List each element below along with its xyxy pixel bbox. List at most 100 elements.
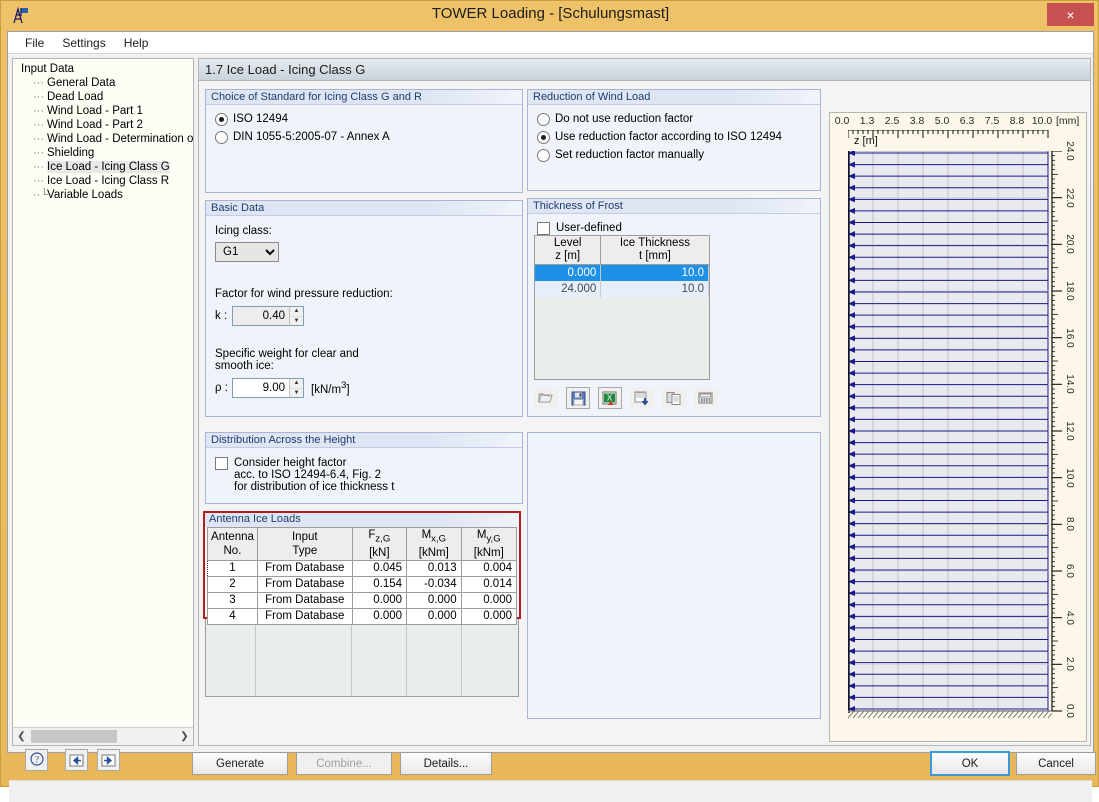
x-tick-1: 1.3 bbox=[859, 115, 875, 127]
table-row[interactable]: 2 From Database 0.154 -0.034 0.014 bbox=[207, 576, 518, 594]
menu-settings[interactable]: Settings bbox=[53, 34, 114, 52]
tree-horizontal-scrollbar[interactable]: ❮ ❯ bbox=[13, 727, 193, 745]
basic-data-group: Basic Data Icing class: G1 Factor for wi… bbox=[205, 200, 523, 417]
tree-item-variable-loads[interactable]: ··└Variable Loads bbox=[33, 188, 193, 202]
open-icon[interactable] bbox=[534, 387, 558, 409]
antenna-my-cell[interactable]: 0.000 bbox=[460, 608, 518, 626]
checkbox-icon[interactable] bbox=[215, 457, 228, 470]
spinner-arrows[interactable]: ▲ ▼ bbox=[289, 307, 303, 325]
spinner-arrows[interactable]: ▲ ▼ bbox=[289, 379, 303, 397]
ice-load-diagram[interactable]: 0.0 1.3 2.5 3.8 5.0 6.3 7.5 8.8 10.0 [mm… bbox=[827, 112, 1087, 742]
tree-connector-icon: ··· bbox=[33, 77, 44, 89]
spinner-down-icon[interactable]: ▼ bbox=[290, 317, 303, 326]
frost-table-container[interactable]: Level z [m] Ice Thickness t [mm] 0.000 10.… bbox=[534, 235, 710, 380]
cancel-button[interactable]: Cancel bbox=[1016, 752, 1096, 775]
user-defined-checkbox-row[interactable]: User-defined bbox=[537, 222, 820, 235]
tree-item-shielding[interactable]: ··· Shielding bbox=[33, 146, 193, 160]
close-button[interactable]: × bbox=[1047, 3, 1094, 26]
antenna-my-cell[interactable]: 0.014 bbox=[460, 576, 518, 594]
scrollbar-thumb[interactable] bbox=[31, 730, 117, 743]
tree-connector-icon: ··· bbox=[33, 133, 44, 145]
antenna-no-cell[interactable]: 4 bbox=[207, 608, 258, 626]
frost-level-cell[interactable]: 24.000 bbox=[535, 281, 602, 297]
tree-item-ice-load-icing-class-g[interactable]: ··· Ice Load - Icing Class G bbox=[33, 160, 193, 174]
table-row[interactable]: 24.000 10.0 bbox=[535, 281, 709, 297]
antenna-no-cell[interactable]: 1 bbox=[207, 560, 258, 578]
table-row[interactable]: 0.000 10.0 bbox=[535, 264, 709, 281]
radio-din-1055[interactable]: DIN 1055-5:2005-07 - Annex A bbox=[215, 131, 522, 144]
antenna-fz-cell[interactable]: 0.000 bbox=[351, 608, 408, 626]
antenna-my-cell[interactable]: 0.000 bbox=[460, 592, 518, 610]
antenna-fz-cell[interactable]: 0.154 bbox=[351, 576, 408, 594]
calculator-icon[interactable] bbox=[694, 387, 719, 409]
previous-page-icon[interactable] bbox=[65, 749, 89, 771]
help-icon[interactable]: ? bbox=[25, 749, 48, 771]
distribution-title: Distribution Across the Height bbox=[206, 433, 522, 448]
antenna-mx-cell[interactable]: 0.000 bbox=[406, 608, 462, 626]
antenna-my-cell[interactable]: 0.004 bbox=[460, 560, 518, 578]
frost-thickness-cell[interactable]: 10.0 bbox=[600, 264, 709, 281]
import-icon[interactable] bbox=[630, 387, 655, 409]
specific-weight-spinner[interactable]: ▲▼ bbox=[232, 378, 304, 398]
antenna-type-cell[interactable]: From Database bbox=[256, 592, 353, 610]
antenna-mx-cell[interactable]: 0.013 bbox=[406, 560, 462, 578]
x-tick-5: 6.3 bbox=[959, 115, 975, 127]
table-row[interactable]: 4 From Database 0.000 0.000 0.000 bbox=[207, 608, 518, 626]
spinner-up-icon[interactable]: ▲ bbox=[290, 379, 303, 389]
antenna-no-cell[interactable]: 2 bbox=[207, 576, 258, 594]
frost-header-level: Level z [m] bbox=[535, 236, 602, 265]
antenna-mx-cell[interactable]: 0.000 bbox=[406, 592, 462, 610]
y-tick-6: 12.0 bbox=[1064, 421, 1075, 441]
tree-item-wind-load-determination[interactable]: ··· Wind Load - Determination of G bbox=[33, 132, 193, 146]
table-row[interactable]: 1 From Database 0.045 0.013 0.004 bbox=[207, 560, 518, 578]
k-factor-input[interactable] bbox=[233, 307, 289, 325]
export-excel-icon[interactable]: X bbox=[598, 387, 623, 409]
tree-item-wind-load-part-1[interactable]: ··· Wind Load - Part 1 bbox=[33, 104, 193, 118]
plot-svg bbox=[827, 125, 1084, 719]
tree-item-general-data[interactable]: ··· General Data bbox=[33, 76, 193, 90]
x-tick-3: 3.8 bbox=[909, 115, 925, 127]
checkbox-icon[interactable] bbox=[537, 222, 550, 235]
chevron-left-icon[interactable]: ❮ bbox=[13, 729, 30, 745]
antenna-type-cell[interactable]: From Database bbox=[256, 608, 353, 626]
radio-manual-reduction-factor[interactable]: Set reduction factor manually bbox=[537, 149, 820, 162]
frost-level-cell[interactable]: 0.000 bbox=[535, 264, 602, 281]
generate-button[interactable]: Generate bbox=[192, 752, 288, 775]
save-icon[interactable] bbox=[566, 387, 591, 409]
table-row[interactable]: 3 From Database 0.000 0.000 0.000 bbox=[207, 592, 518, 610]
spinner-down-icon[interactable]: ▼ bbox=[290, 389, 303, 398]
icing-class-select[interactable]: G1 bbox=[215, 242, 279, 262]
specific-weight-input[interactable] bbox=[233, 379, 289, 397]
specific-weight-label-line2: smooth ice: bbox=[215, 360, 274, 372]
radio-iso-12494[interactable]: ISO 12494 bbox=[215, 113, 522, 126]
chevron-right-icon[interactable]: ❯ bbox=[176, 729, 193, 745]
tree-connector-icon: ··· bbox=[33, 119, 44, 131]
consider-height-factor-checkbox-row[interactable]: Consider height factor acc. to ISO 12494… bbox=[215, 457, 522, 493]
details-button[interactable]: Details... bbox=[400, 752, 492, 775]
k-factor-spinner[interactable]: ▲▼ bbox=[232, 306, 304, 326]
antenna-header-mx: Mx,G [kNm] bbox=[406, 526, 462, 562]
frost-thickness-cell[interactable]: 10.0 bbox=[600, 281, 709, 297]
copy-icon[interactable] bbox=[662, 387, 687, 409]
tree-item-wind-load-part-2[interactable]: ··· Wind Load - Part 2 bbox=[33, 118, 193, 132]
y-tick-2: 4.0 bbox=[1064, 610, 1075, 625]
antenna-no-cell[interactable]: 3 bbox=[207, 592, 258, 610]
tree-item-ice-load-icing-class-r[interactable]: ··· Ice Load - Icing Class R bbox=[33, 174, 193, 188]
next-page-icon[interactable] bbox=[97, 749, 121, 771]
y-tick-11: 22.0 bbox=[1064, 187, 1075, 208]
tree-item-dead-load[interactable]: ··· Dead Load bbox=[33, 90, 193, 104]
menu-help[interactable]: Help bbox=[115, 34, 158, 52]
ok-button[interactable]: OK bbox=[930, 751, 1010, 776]
combine-button[interactable]: Combine... bbox=[296, 752, 392, 775]
antenna-fz-cell[interactable]: 0.045 bbox=[351, 560, 408, 578]
antenna-mx-cell[interactable]: -0.034 bbox=[406, 576, 462, 594]
menu-file[interactable]: File bbox=[16, 34, 53, 52]
antenna-type-cell[interactable]: From Database bbox=[256, 560, 353, 578]
antenna-fz-cell[interactable]: 0.000 bbox=[351, 592, 408, 610]
antenna-table-continuation bbox=[205, 619, 519, 697]
spinner-up-icon[interactable]: ▲ bbox=[290, 307, 303, 317]
radio-no-reduction-factor[interactable]: Do not use reduction factor bbox=[537, 113, 820, 126]
antenna-type-cell[interactable]: From Database bbox=[256, 576, 353, 594]
radio-use-iso-reduction-factor[interactable]: Use reduction factor according to ISO 12… bbox=[537, 131, 820, 144]
tree-root-input-data[interactable]: Input Data bbox=[19, 62, 193, 76]
